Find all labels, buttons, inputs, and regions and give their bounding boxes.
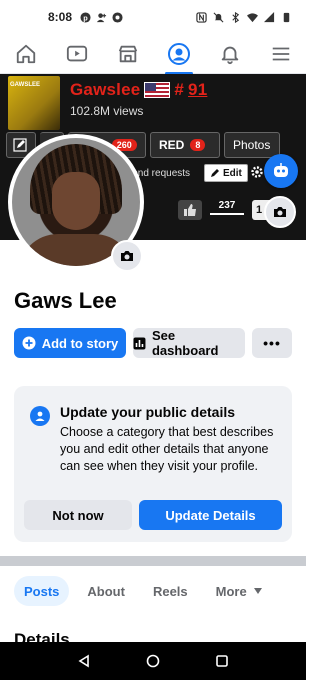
pencil-icon xyxy=(13,138,27,152)
status-time: 8:08 xyxy=(48,10,73,24)
recents-icon[interactable] xyxy=(215,654,229,668)
home-button-icon[interactable] xyxy=(146,654,160,668)
wifi-icon xyxy=(247,12,258,22)
cover-channel-thumbnail: GAWSLEE xyxy=(8,76,60,130)
tab-more[interactable]: More xyxy=(206,576,273,606)
profile-name: Gaws Lee xyxy=(14,288,117,313)
cover-tab-label: RED xyxy=(159,138,185,152)
thumbs-up-icon xyxy=(184,204,196,216)
pinterest-icon: p xyxy=(80,11,91,23)
marketplace-icon xyxy=(118,45,137,62)
bluetooth-icon xyxy=(232,11,240,23)
cover-tab-photos: Photos xyxy=(224,132,280,158)
system-navigation-bar xyxy=(0,642,306,680)
facebook-profile-screen: 8:08 p GAWSLEE Gawslee # 91 102.8M views… xyxy=(0,0,306,680)
card-body: Choose a category that best describes yo… xyxy=(60,425,274,473)
home-icon xyxy=(16,44,35,63)
photo-face xyxy=(52,172,100,230)
plus-circle-icon xyxy=(22,336,36,350)
edit-profile-picture-button[interactable] xyxy=(111,240,143,272)
add-to-story-label: Add to story xyxy=(41,335,119,351)
see-dashboard-button[interactable]: See dashboard xyxy=(133,328,245,358)
card-icon xyxy=(30,406,50,426)
cover-title: Gawslee #91 xyxy=(70,80,207,100)
nav-notifications[interactable] xyxy=(210,36,250,72)
profile-actions: Add to story See dashboard ••• xyxy=(14,328,292,358)
see-dashboard-label: See dashboard xyxy=(151,328,219,358)
back-icon[interactable] xyxy=(77,654,91,668)
cover-views: 102.8M views xyxy=(70,104,144,118)
tab-posts[interactable]: Posts xyxy=(14,576,70,606)
mute-icon xyxy=(213,12,224,22)
tab-more-label: More xyxy=(215,583,247,599)
cover-hashtag-prefix: # xyxy=(174,80,185,99)
signal-icon xyxy=(264,11,275,22)
more-options-button[interactable]: ••• xyxy=(252,328,292,358)
pencil-icon xyxy=(211,169,219,177)
us-flag-icon xyxy=(144,82,171,98)
dashboard-icon xyxy=(133,337,146,349)
add-user-icon xyxy=(96,12,107,22)
cover-thumb-text: GAWSLEE xyxy=(10,82,41,88)
status-right-icons xyxy=(196,11,292,23)
not-now-button[interactable]: Not now xyxy=(24,500,132,530)
gear-icon xyxy=(251,166,263,178)
nav-marketplace[interactable] xyxy=(108,36,148,72)
section-divider xyxy=(0,556,306,566)
card-title: Update your public details xyxy=(60,404,236,420)
battery-icon xyxy=(283,12,290,22)
camera-icon xyxy=(121,251,133,261)
cover-tab-red: RED 8 xyxy=(150,132,220,158)
profile-tabs: Posts About Reels More xyxy=(14,576,273,606)
cover-tab-badge: 8 xyxy=(190,139,206,151)
nav-menu[interactable] xyxy=(261,36,301,72)
cover-edit-button: Edit xyxy=(204,164,248,182)
update-details-button[interactable]: Update Details xyxy=(139,500,282,530)
top-navigation xyxy=(0,34,306,75)
profile-icon xyxy=(167,42,190,65)
tab-about[interactable]: About xyxy=(77,576,135,606)
watch-icon xyxy=(66,45,87,61)
update-details-card: Update your public details Choose a cate… xyxy=(14,386,292,542)
nav-home[interactable] xyxy=(6,36,46,72)
notifications-icon xyxy=(221,46,238,64)
messenger-floating-button[interactable] xyxy=(264,154,298,188)
more-options-label: ••• xyxy=(263,335,281,351)
nfc-icon xyxy=(196,11,207,23)
tab-reels[interactable]: Reels xyxy=(143,576,198,606)
nav-profile[interactable] xyxy=(159,36,199,75)
add-to-story-button[interactable]: Add to story xyxy=(14,328,126,358)
cover-title-text: Gawslee xyxy=(70,80,141,99)
cover-like-count: 237 xyxy=(210,200,244,215)
person-icon xyxy=(35,411,45,421)
caret-down-icon xyxy=(253,588,262,594)
chrome-icon xyxy=(112,11,123,23)
nav-watch[interactable] xyxy=(57,36,97,72)
status-left-icons: p xyxy=(80,11,123,23)
svg-text:p: p xyxy=(83,13,88,22)
camera-icon xyxy=(274,207,286,217)
menu-icon xyxy=(272,47,289,60)
status-bar: 8:08 p xyxy=(0,0,306,34)
cover-edit-label: Edit xyxy=(223,167,242,179)
messenger-bot-icon xyxy=(274,163,288,177)
cover-tab-label: Photos xyxy=(233,138,271,152)
cover-hashtag-number: 91 xyxy=(188,80,208,99)
edit-cover-photo-button[interactable] xyxy=(264,196,296,228)
cover-like-button xyxy=(178,200,202,220)
